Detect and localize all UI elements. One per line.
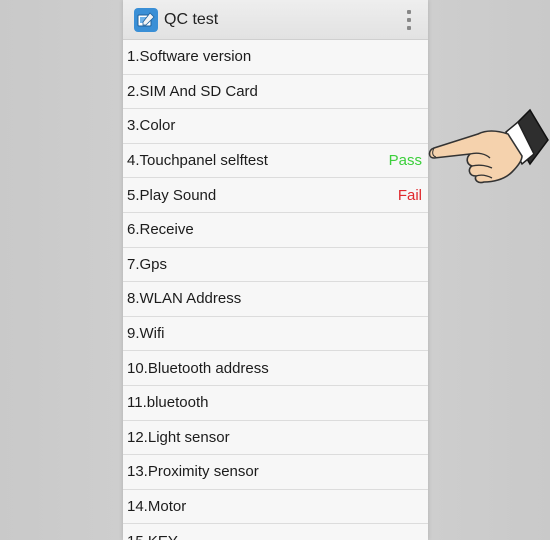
test-list: 1.Software version 2.SIM And SD Card 3.Col… (123, 40, 428, 540)
screenshot-stage: QC test 1.Software version 2.SIM And SD C… (0, 0, 550, 540)
list-item-label: 5.Play Sound (127, 186, 217, 204)
list-item[interactable]: 3.Color (123, 109, 428, 144)
list-item-label: 15.KEY (127, 533, 422, 540)
list-item-label: 10.Bluetooth address (127, 359, 269, 377)
list-item-label: 7.Gps (127, 255, 168, 273)
list-item[interactable]: 7.Gps (123, 247, 428, 283)
list-item-label: 11.bluetooth (127, 394, 209, 412)
list-item-label: 4.Touchpanel selftest (127, 152, 268, 170)
phone-screen: QC test 1.Software version 2.SIM And SD C… (123, 0, 428, 540)
list-item[interactable]: 15.KEY (123, 524, 428, 540)
list-item-label: 2.SIM And SD Card (127, 82, 258, 100)
test-status-badge: Fail (397, 186, 422, 204)
list-item-label: 1.Software version (127, 48, 252, 66)
list-item[interactable]: 13.Proximity sensor (123, 455, 428, 490)
list-item[interactable]: 2.SIM And SD Card (123, 74, 428, 110)
app-title: QC test (164, 10, 219, 28)
list-item-label: 12.Light sensor (127, 428, 230, 446)
list-item-label: 13.Proximity sensor (127, 463, 259, 481)
list-item[interactable]: 11.bluetooth (123, 385, 428, 421)
list-item-label: 3.Color (127, 117, 176, 135)
qc-app-icon (134, 7, 158, 32)
pointing-hand-icon (428, 108, 549, 184)
test-status-badge: Pass (388, 152, 422, 170)
list-item[interactable]: 8.WLAN Address (123, 282, 428, 317)
list-item[interactable]: 12.Light sensor (123, 420, 428, 456)
list-item[interactable]: 5.Play Sound Fail (123, 178, 428, 213)
list-item-label: 9.Wifi (127, 325, 165, 343)
list-item-label: 6.Receive (127, 221, 194, 239)
action-bar: QC test (123, 0, 428, 40)
list-item[interactable]: 6.Receive (123, 212, 428, 248)
overflow-menu-icon[interactable] (402, 10, 416, 30)
list-item[interactable]: 4.Touchpanel selftest Pass (123, 143, 428, 179)
list-item-label: 14.Motor (127, 498, 187, 516)
list-item[interactable]: 1.Software version (123, 40, 428, 75)
list-item-label: 8.WLAN Address (127, 290, 242, 308)
list-item[interactable]: 14.Motor (123, 489, 428, 525)
list-item[interactable]: 10.Bluetooth address (123, 351, 428, 386)
list-item[interactable]: 9.Wifi (123, 316, 428, 352)
